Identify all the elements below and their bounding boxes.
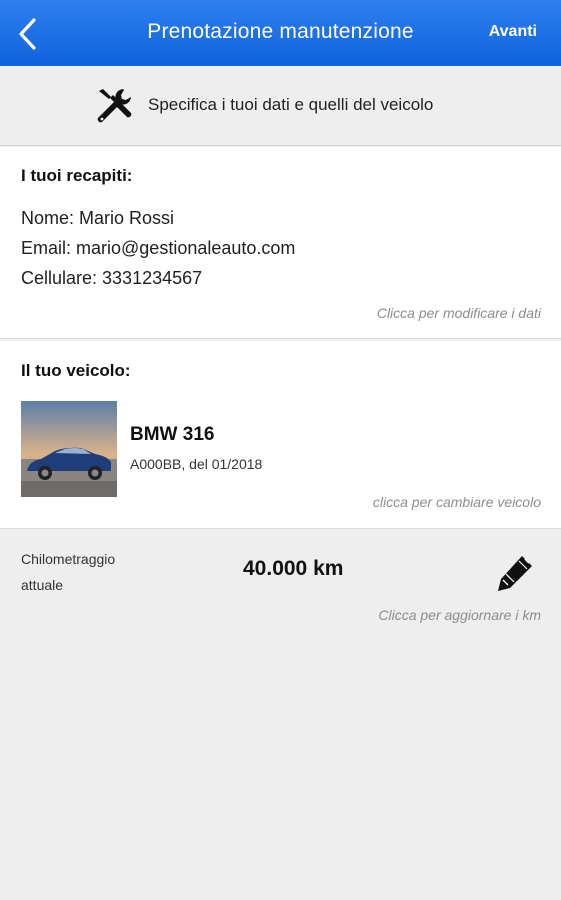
top-app-bar: Prenotazione manutenzione Avanti — [0, 0, 561, 66]
instruction-bar: Specifica i tuoi dati e quelli del veico… — [0, 66, 561, 146]
chevron-left-icon — [19, 18, 36, 50]
vehicle-title: Il tuo veicolo: — [21, 361, 131, 380]
vehicle-name: BMW 316 — [130, 424, 215, 445]
vehicle-photo — [21, 401, 117, 497]
tools-icon — [97, 89, 132, 123]
edit-contacts-hint: Clicca per modificare i dati — [376, 305, 541, 321]
contact-phone: Cellulare: 3331234567 — [21, 268, 203, 288]
mileage-value: 40.000 km — [243, 557, 344, 580]
next-button[interactable]: Avanti — [489, 21, 537, 43]
back-button[interactable] — [8, 13, 48, 55]
instruction-text: Specifica i tuoi dati e quelli del veico… — [148, 95, 434, 114]
contacts-title: I tuoi recapiti: — [21, 166, 133, 185]
contact-name: Nome: Mario Rossi — [21, 208, 175, 228]
mileage-label: Chilometraggio attuale — [21, 551, 116, 593]
vehicle-card[interactable]: Il tuo veicolo: BMW 316 A000BB, del 01/2… — [0, 341, 561, 529]
pencil-icon[interactable] — [496, 552, 536, 592]
mileage-section[interactable]: Chilometraggio attuale 40.000 km Clicca … — [0, 530, 561, 640]
update-km-hint: Clicca per aggiornare i km — [378, 607, 541, 623]
app-screen: Prenotazione manutenzione Avanti Specifi… — [0, 0, 561, 900]
vehicle-plate-date: A000BB, del 01/2018 — [130, 456, 263, 472]
contacts-card[interactable]: I tuoi recapiti: Nome: Mario Rossi Email… — [0, 147, 561, 339]
change-vehicle-hint: clicca per cambiare veicolo — [372, 494, 541, 510]
page-title: Prenotazione manutenzione — [147, 20, 414, 43]
contact-email: Email: mario@gestionaleauto.com — [21, 238, 296, 258]
